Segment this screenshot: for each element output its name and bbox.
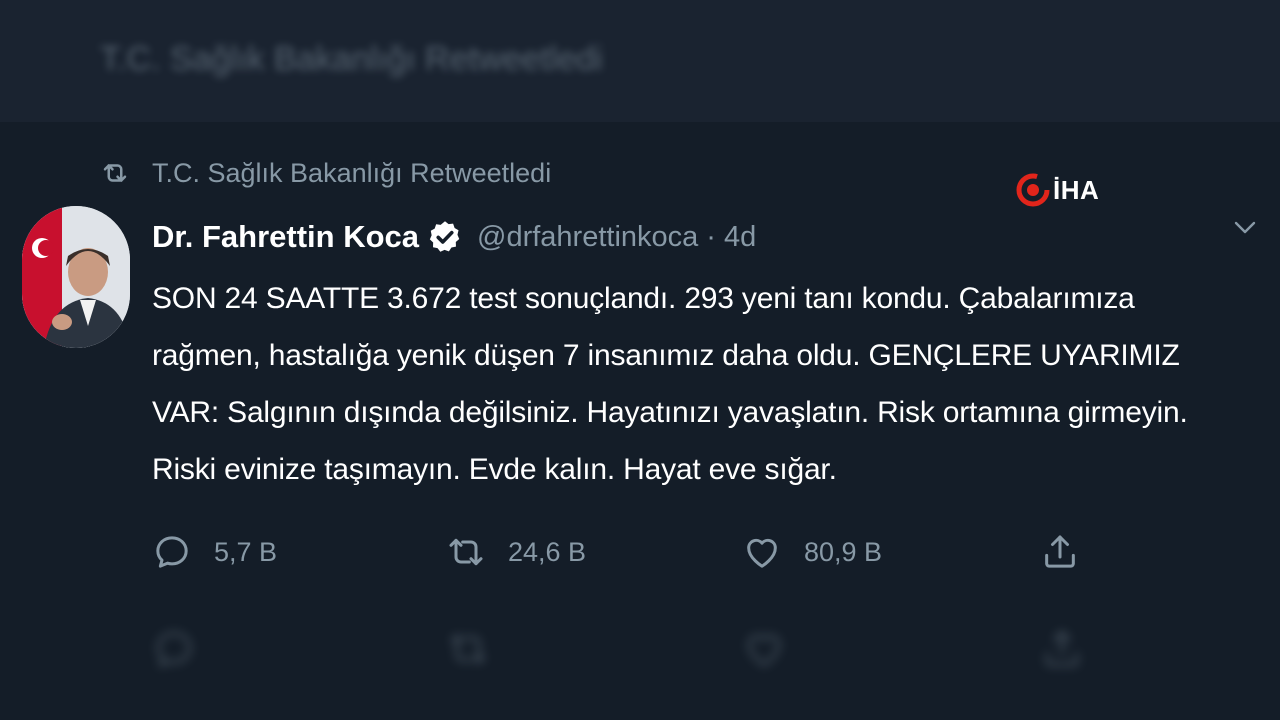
blurred-retweet-icon bbox=[450, 633, 486, 665]
previous-tweet-blurred: T.C. Sağlık Bakanlığı Retweetledi bbox=[0, 0, 1280, 122]
avatar[interactable] bbox=[22, 206, 130, 348]
separator-dot: · bbox=[706, 220, 716, 253]
previous-tweet-header: T.C. Sağlık Bakanlığı Retweetledi bbox=[100, 40, 603, 78]
reply-button[interactable]: 5,7 B bbox=[152, 522, 277, 582]
reply-icon bbox=[152, 532, 192, 572]
verified-badge-icon bbox=[427, 219, 463, 255]
tweet-text-line: SON 24 SAATTE 3.672 test sonuçlandı. 293… bbox=[152, 282, 1135, 315]
tweet-text-line: rağmen, hastalığa yenik düşen 7 insanımı… bbox=[152, 339, 1180, 372]
like-button[interactable]: 80,9 B bbox=[742, 522, 882, 582]
tweet-text-line: VAR: Salgının dışında değilsiniz. Hayatı… bbox=[152, 396, 1188, 429]
tweet-timestamp[interactable]: 4d bbox=[724, 221, 756, 254]
author-name[interactable]: Dr. Fahrettin Koca bbox=[152, 219, 419, 255]
retweet-icon bbox=[446, 532, 486, 572]
next-tweet-actions-blurred bbox=[0, 605, 1280, 720]
iha-logo: İHA bbox=[1015, 170, 1099, 210]
retweeted-by-label: T.C. Sağlık Bakanlığı Retweetledi bbox=[152, 157, 552, 188]
author-handle[interactable]: @drfahrettinkoca bbox=[477, 221, 698, 254]
reply-count: 5,7 B bbox=[214, 536, 278, 567]
share-button[interactable] bbox=[1040, 522, 1080, 582]
tweet-text: SON 24 SAATTE 3.672 test sonuçlandı. 293… bbox=[152, 270, 1272, 498]
blurred-reply-icon bbox=[156, 631, 192, 668]
heart-icon bbox=[742, 532, 782, 572]
retweet-icon bbox=[100, 158, 130, 188]
like-count: 80,9 B bbox=[804, 536, 883, 567]
screenshot-stage: T.C. Sağlık Bakanlığı Retweetledi T.C. S… bbox=[0, 0, 1280, 720]
blurred-share-icon bbox=[1045, 629, 1079, 667]
blurred-heart-icon bbox=[747, 634, 781, 667]
tweet-header: Dr. Fahrettin Koca @drfahrettinkoca · 4d bbox=[152, 214, 756, 260]
share-icon bbox=[1040, 532, 1080, 572]
retweet-count: 24,6 B bbox=[508, 536, 587, 567]
iha-logo-icon bbox=[1015, 172, 1051, 208]
iha-logo-text: İHA bbox=[1053, 174, 1100, 205]
tweet-text-line: Riski evinize taşımayın. Evde kalın. Hay… bbox=[152, 453, 837, 486]
chevron-down-icon bbox=[1228, 212, 1262, 242]
retweet-button[interactable]: 24,6 B bbox=[446, 522, 586, 582]
retweet-context[interactable]: T.C. Sağlık Bakanlığı Retweetledi bbox=[100, 150, 551, 196]
tweet-actions: 5,7 B 24,6 B 80,9 B bbox=[0, 522, 1280, 582]
more-options-button[interactable] bbox=[1228, 212, 1262, 242]
